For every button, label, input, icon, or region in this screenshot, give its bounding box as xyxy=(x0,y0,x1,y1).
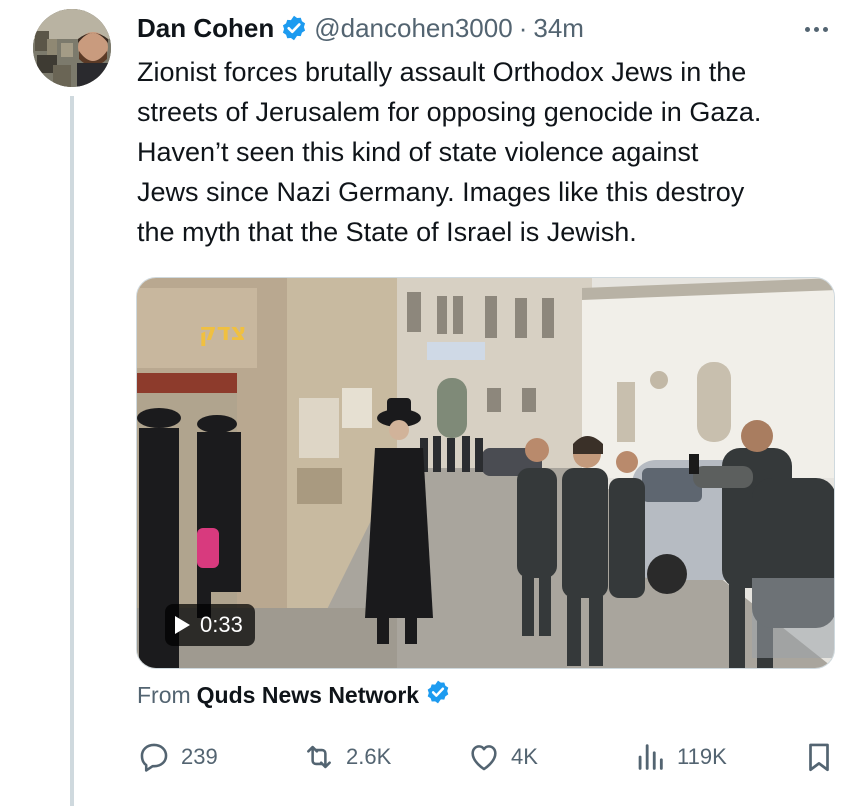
source-account-name[interactable]: Quds News Network xyxy=(197,682,419,709)
tweet-header: Dan Cohen @dancohen3000 · 34m xyxy=(137,10,584,46)
like-count: 4K xyxy=(511,744,538,769)
ellipsis-icon xyxy=(822,26,828,32)
views-count: 119K xyxy=(677,744,727,769)
reply-icon xyxy=(140,743,168,772)
thread-connector-line xyxy=(70,96,74,806)
bookmark-icon xyxy=(809,743,829,772)
author-handle[interactable]: @dancohen3000 xyxy=(314,13,512,44)
views-button[interactable]: 119K xyxy=(633,737,727,777)
tweet-text-line: Jews since Nazi Germany. Images like thi… xyxy=(137,177,745,207)
like-button[interactable]: 4K xyxy=(467,737,538,777)
svg-text:צדק: צדק xyxy=(199,318,246,346)
tweet-timestamp[interactable]: 34m xyxy=(533,13,584,44)
tweet-text-line: Zionist forces brutally assault Orthodox… xyxy=(137,57,747,87)
views-icon xyxy=(638,744,663,770)
more-options-button[interactable] xyxy=(796,16,836,42)
bookmark-button[interactable] xyxy=(802,737,836,777)
source-prefix: From xyxy=(137,681,191,708)
video-duration: 0:33 xyxy=(200,612,243,637)
profile-photo-icon xyxy=(33,9,111,87)
ellipsis-icon xyxy=(804,26,810,32)
video-duration-badge[interactable]: 0:33 xyxy=(165,604,255,646)
play-icon[interactable] xyxy=(175,616,190,634)
reply-button[interactable]: 239 xyxy=(137,737,218,777)
author-display-name[interactable]: Dan Cohen xyxy=(137,13,274,44)
heart-icon xyxy=(471,745,497,771)
tweet-text-line: Haven’t seen this kind of state violence… xyxy=(137,137,699,167)
verified-badge-icon xyxy=(425,679,451,711)
ellipsis-icon xyxy=(813,26,819,32)
tweet-actions-bar: 239 2.6K 4K 119K xyxy=(137,737,837,777)
repost-icon xyxy=(307,745,331,769)
tweet-text-line: the myth that the State of Israel is Jew… xyxy=(137,217,637,247)
repost-button[interactable]: 2.6K xyxy=(302,737,391,777)
tweet-text-line: streets of Jerusalem for opposing genoci… xyxy=(137,97,762,127)
header-separator: · xyxy=(518,12,528,43)
repost-count: 2.6K xyxy=(346,744,392,769)
reply-count: 239 xyxy=(181,744,218,769)
tweet-text: Zionist forces brutally assault Orthodox… xyxy=(137,52,837,252)
avatar[interactable] xyxy=(33,9,111,87)
verified-badge-icon[interactable] xyxy=(280,14,308,42)
video-source: From Quds News Network xyxy=(137,678,451,712)
